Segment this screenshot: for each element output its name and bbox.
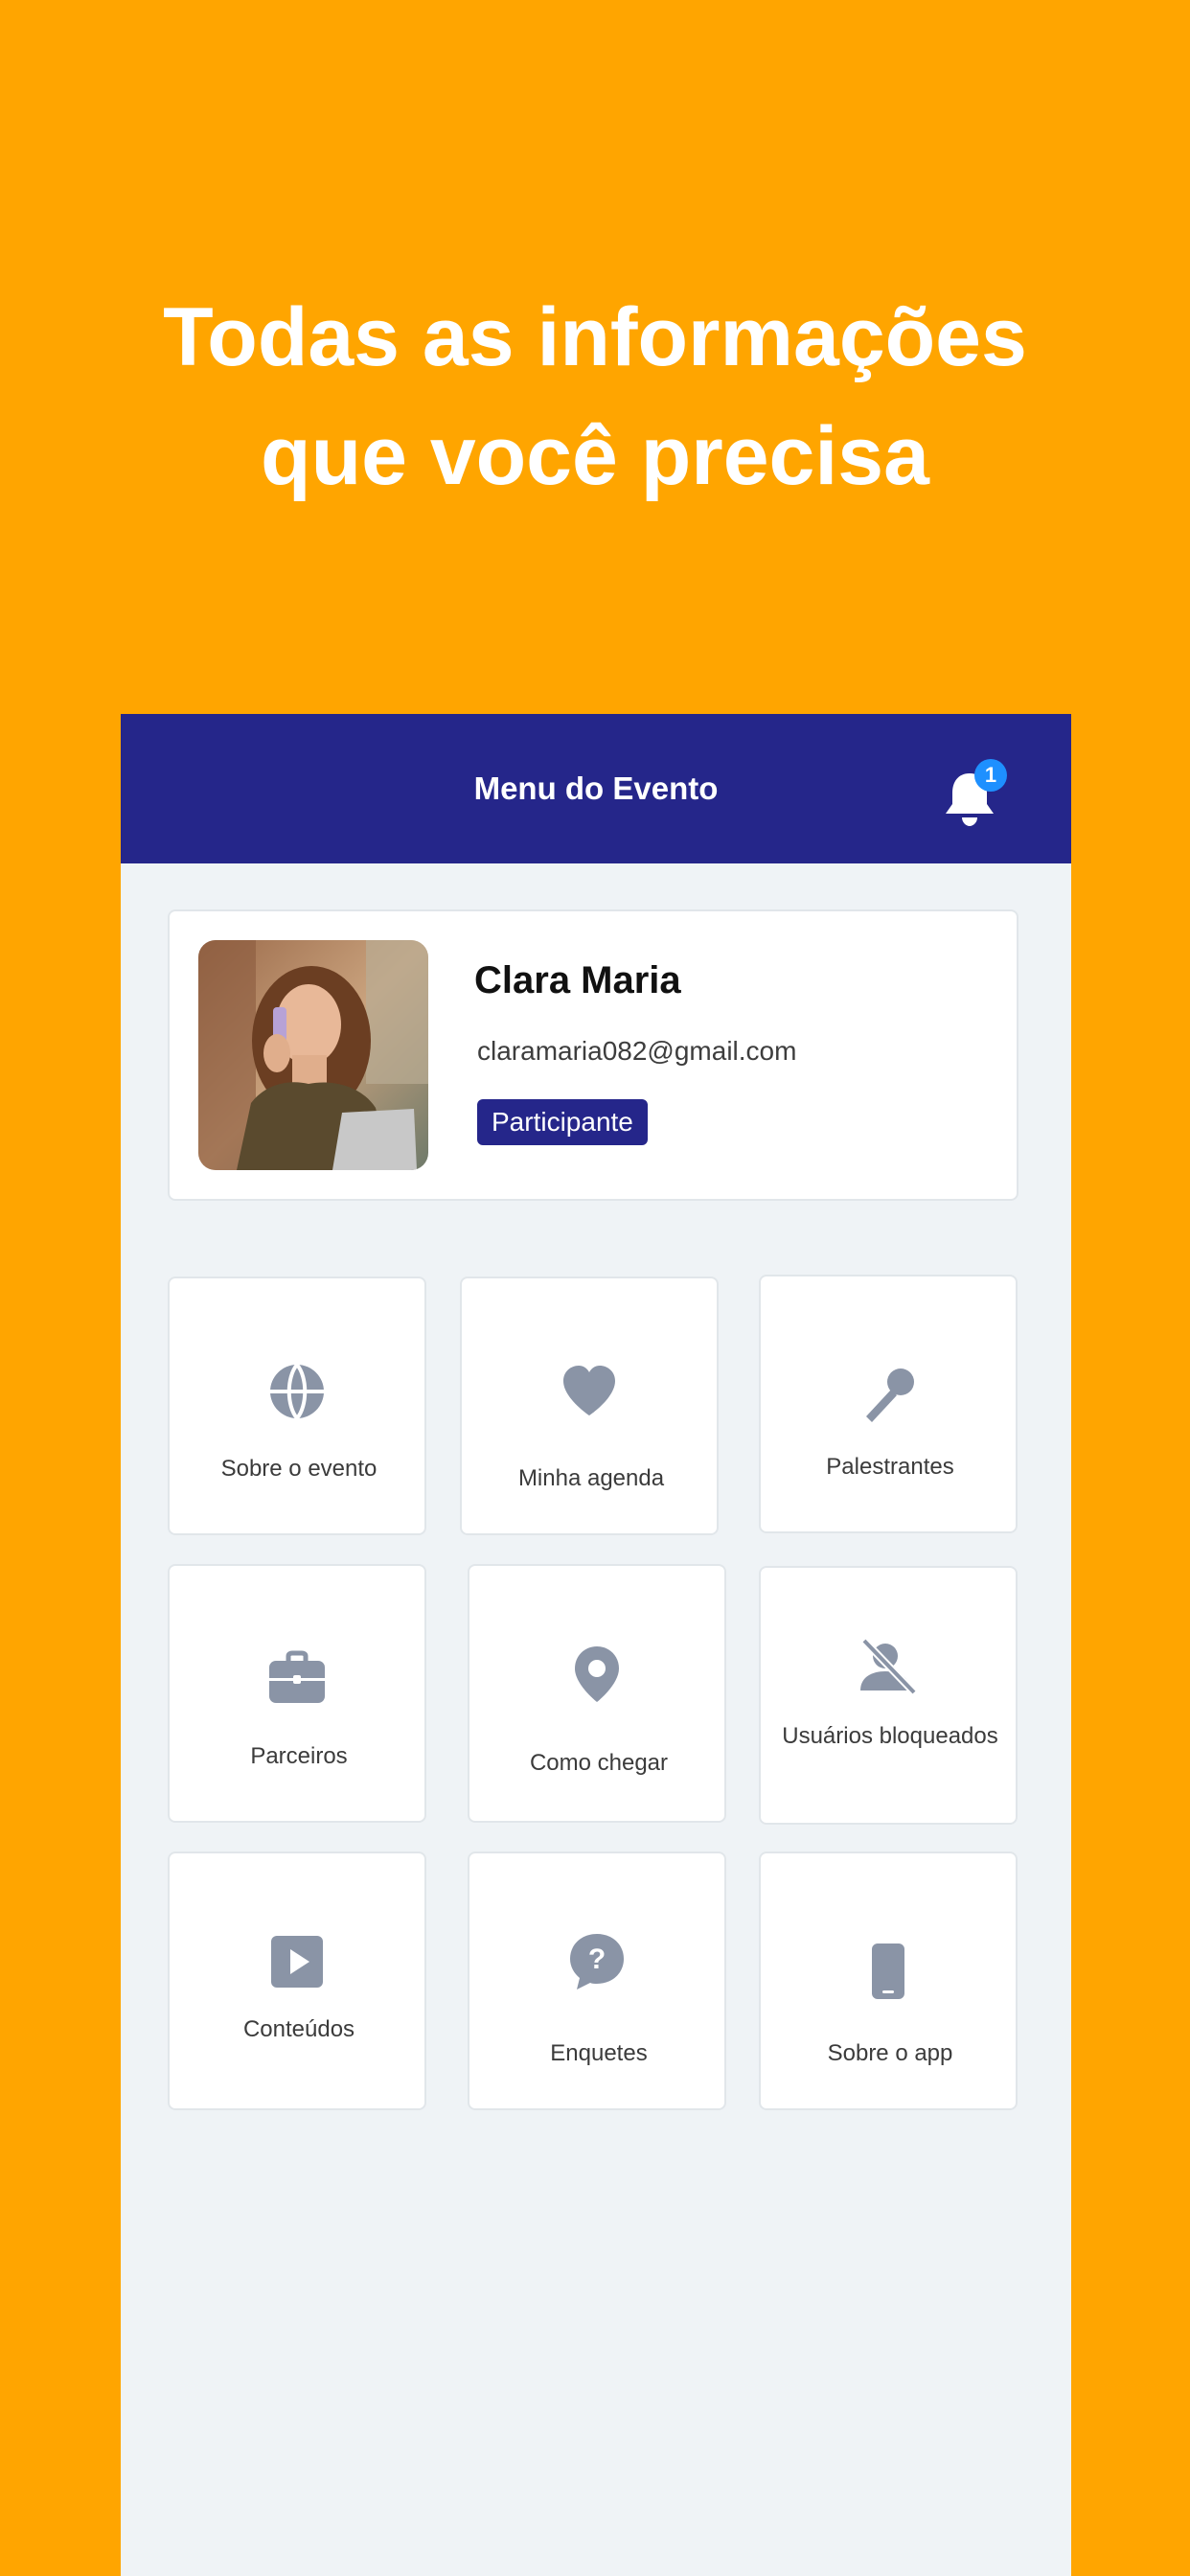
page-title: Menu do Evento — [473, 770, 719, 806]
menu-tile-label: Enquetes — [550, 2040, 648, 2066]
menu-tile-label: Minha agenda — [517, 1465, 665, 1491]
play-icon — [271, 1936, 323, 1988]
menu-tile-sobre-o-app[interactable]: Sobre o app — [759, 1852, 1018, 2110]
menu-tile-label: Parceiros — [250, 1743, 348, 1769]
blocked-user-icon — [860, 1638, 917, 1695]
menu-tile-como-chegar[interactable]: Como chegar — [468, 1564, 726, 1823]
menu-tile-label: Palestrantes — [826, 1454, 954, 1480]
menu-tile-parceiros[interactable]: Parceiros — [168, 1564, 426, 1823]
microphone-icon — [866, 1368, 914, 1422]
mobile-phone-icon — [872, 1944, 904, 1999]
role-badge: Participante — [477, 1099, 648, 1145]
avatar — [198, 940, 428, 1170]
profile-card[interactable]: Clara Maria claramaria082@gmail.com Part… — [168, 909, 1018, 1201]
menu-tile-label: Como chegar — [529, 1750, 669, 1776]
menu-tile-enquetes[interactable]: ? Enquetes — [468, 1852, 726, 2110]
app-screen: Menu do Evento 1 Clara Maria claramaria0… — [121, 714, 1071, 2576]
location-pin-icon — [575, 1646, 619, 1702]
menu-tile-conteudos[interactable]: Conteúdos — [168, 1852, 426, 2110]
question-bubble-icon: ? — [570, 1934, 624, 1990]
notification-badge: 1 — [974, 759, 1007, 792]
menu-tile-usuarios-bloqueados[interactable]: Usuários bloqueados — [759, 1566, 1018, 1825]
headline-line-2: que você precisa — [261, 410, 929, 502]
profile-email: claramaria082@gmail.com — [477, 1036, 797, 1066]
headline-line-1: Todas as informações — [163, 291, 1027, 383]
menu-tile-minha-agenda[interactable]: Minha agenda — [460, 1276, 719, 1535]
menu-tile-label: Sobre o evento — [220, 1456, 378, 1482]
heart-icon — [563, 1366, 615, 1415]
menu-tile-label: Sobre o app — [827, 2040, 953, 2066]
menu-tile-label: Usuários bloqueados — [782, 1723, 998, 1749]
menu-tile-sobre-o-evento[interactable]: Sobre o evento — [168, 1276, 426, 1535]
briefcase-icon — [269, 1650, 325, 1703]
globe-icon — [270, 1363, 324, 1420]
svg-text:?: ? — [588, 1944, 606, 1975]
promo-headline: Todas as informações que você precisa — [0, 278, 1190, 516]
app-header: Menu do Evento 1 — [121, 714, 1071, 863]
user-photo-icon — [198, 940, 428, 1170]
menu-tile-label: Conteúdos — [242, 2016, 355, 2042]
menu-tile-palestrantes[interactable]: Palestrantes — [759, 1275, 1018, 1533]
profile-name: Clara Maria — [474, 959, 681, 1001]
